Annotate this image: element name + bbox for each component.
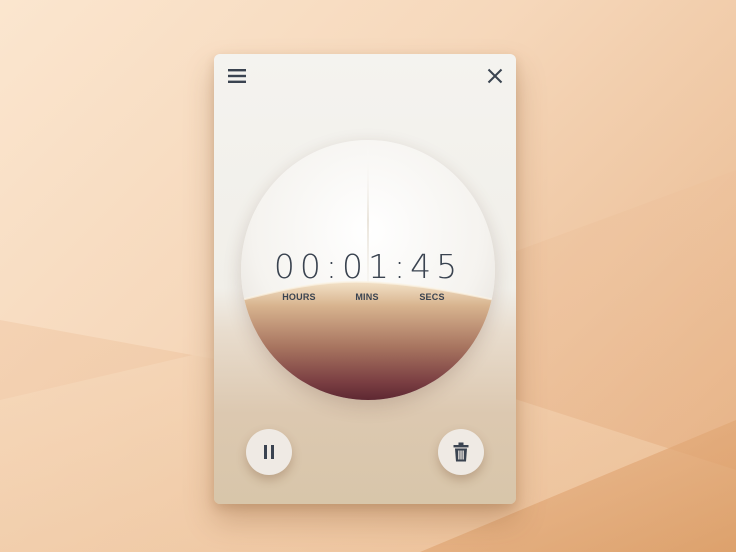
delete-button[interactable]: [438, 429, 484, 475]
hours-label: HOURS: [282, 292, 316, 302]
timer-card: 00:01:45 HOURS MINS SECS: [214, 54, 516, 504]
pause-button[interactable]: [246, 429, 292, 475]
close-icon[interactable]: [482, 63, 508, 89]
secs-label: SECS: [419, 292, 445, 302]
hamburger-menu-icon[interactable]: [224, 63, 250, 89]
pause-icon: [264, 445, 274, 459]
trash-icon: [453, 442, 469, 462]
mins-label: MINS: [355, 292, 379, 302]
timer-display: 00:01:45: [273, 247, 463, 286]
